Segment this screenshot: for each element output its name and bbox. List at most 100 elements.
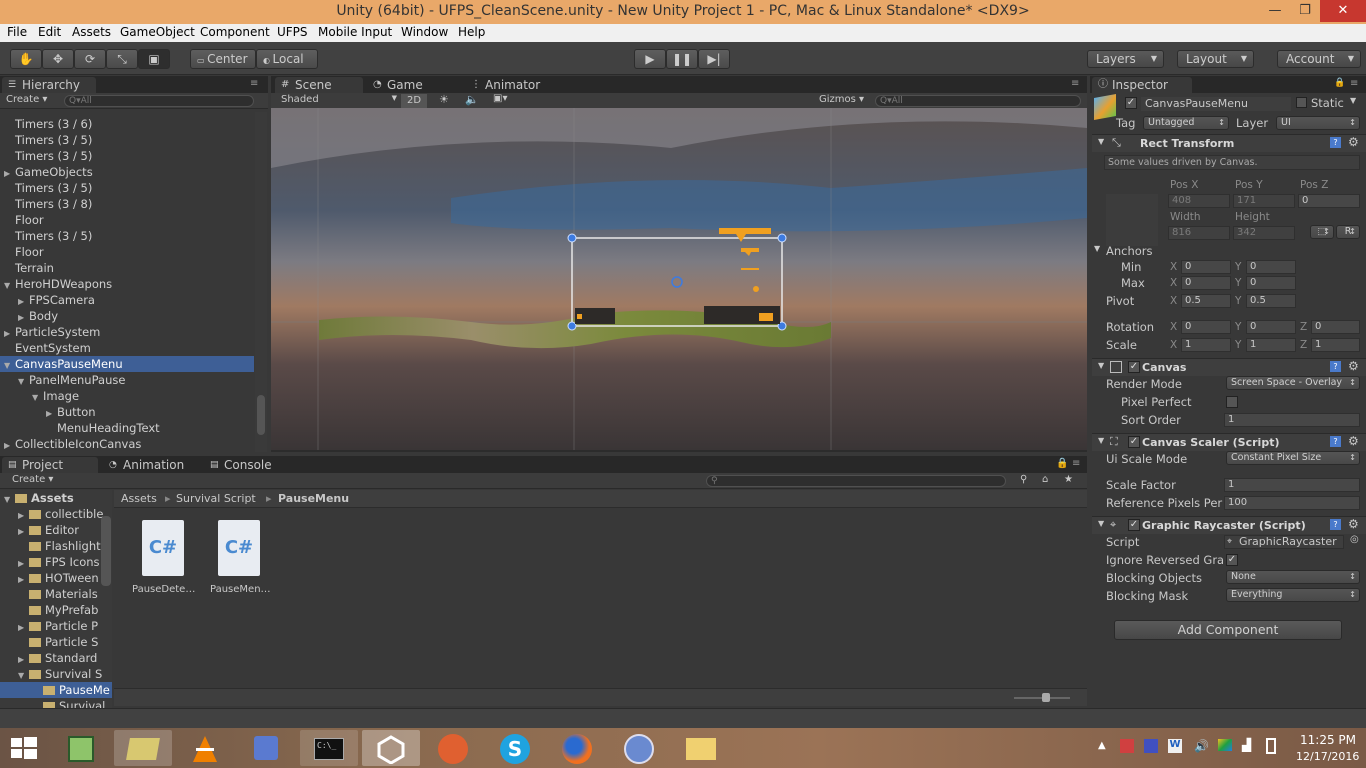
gear-icon[interactable]: ⚙: [1348, 434, 1359, 448]
rotation-y-field[interactable]: 0: [1246, 320, 1296, 334]
rect-tool-button[interactable]: ▣: [138, 49, 170, 69]
pos-z-field[interactable]: 0: [1298, 194, 1360, 208]
pos-y-field[interactable]: 171: [1233, 194, 1295, 208]
tab-animation[interactable]: ◔ Animation: [103, 457, 199, 473]
project-search-input[interactable]: ⚲: [706, 475, 1006, 487]
taskbar-remote-tool[interactable]: [610, 730, 668, 766]
collapse-arrow-icon[interactable]: ▼: [1098, 519, 1104, 528]
ui-scale-mode-select[interactable]: Constant Pixel Size: [1226, 451, 1360, 465]
object-picker-icon[interactable]: ◎: [1350, 534, 1359, 545]
minimize-button[interactable]: —: [1260, 0, 1290, 22]
pivot-y-field[interactable]: 0.5: [1246, 294, 1296, 308]
hierarchy-item[interactable]: ▶ CollectibleIconCanvas: [0, 436, 254, 452]
rect-handle[interactable]: [567, 321, 577, 331]
filter-type-icon[interactable]: ⚲: [1020, 474, 1027, 485]
project-create-button[interactable]: Create ▾: [12, 474, 53, 485]
scale-tool-button[interactable]: ⤡: [106, 49, 138, 69]
effects-toggle-icon[interactable]: ▣▾: [493, 93, 507, 104]
taskbar-network-tool[interactable]: [238, 730, 296, 766]
object-name-field[interactable]: CanvasPauseMenu: [1141, 97, 1291, 111]
scale-z-field[interactable]: 1: [1311, 338, 1360, 352]
width-field[interactable]: 816: [1168, 226, 1230, 240]
project-folder-item[interactable]: MyPrefab: [0, 602, 112, 618]
project-folder-item[interactable]: PauseMe: [0, 682, 112, 698]
tab-console[interactable]: ▤ Console: [204, 457, 290, 473]
layer-select[interactable]: UI: [1276, 116, 1360, 130]
mode-2d-toggle[interactable]: 2D: [401, 94, 427, 108]
reference-ppu-field[interactable]: 100: [1224, 496, 1360, 510]
pause-button[interactable]: ❚❚: [666, 49, 698, 69]
render-mode-select[interactable]: Screen Space - Overlay: [1226, 376, 1360, 390]
hierarchy-item[interactable]: Timers (3 / 5): [0, 228, 254, 244]
menu-file[interactable]: File: [7, 25, 27, 39]
tab-animator[interactable]: ⋮ Animator: [465, 77, 555, 93]
menu-component[interactable]: Component: [200, 25, 270, 39]
menu-help[interactable]: Help: [458, 25, 485, 39]
menu-assets[interactable]: Assets: [72, 25, 111, 39]
tab-scene[interactable]: # Scene: [275, 77, 363, 93]
play-button[interactable]: ▶: [634, 49, 666, 69]
tab-project[interactable]: ▤ Project: [2, 457, 98, 473]
pivot-center-toggle[interactable]: ▭ Center: [190, 49, 256, 69]
canvas-header[interactable]: ▼ ✓ Canvas ? ⚙: [1092, 358, 1366, 376]
hierarchy-scrollbar[interactable]: [255, 112, 267, 452]
scale-factor-field[interactable]: 1: [1224, 478, 1360, 492]
tray-flag-icon[interactable]: [1144, 739, 1158, 753]
panel-menu-icon[interactable]: ≡: [250, 78, 258, 89]
menu-edit[interactable]: Edit: [38, 25, 61, 39]
project-folder-item[interactable]: Particle S: [0, 634, 112, 650]
hierarchy-item[interactable]: ▶ Button: [0, 404, 254, 420]
slider-thumb[interactable]: [1042, 693, 1050, 702]
tab-hierarchy[interactable]: ☰ Hierarchy: [2, 77, 96, 93]
rotation-z-field[interactable]: 0: [1311, 320, 1360, 334]
account-dropdown[interactable]: Account ▼: [1277, 50, 1361, 68]
active-checkbox[interactable]: ✓: [1125, 97, 1137, 109]
layout-dropdown[interactable]: Layout ▼: [1177, 50, 1254, 68]
project-folder-item[interactable]: Materials: [0, 586, 112, 602]
gear-icon[interactable]: ⚙: [1348, 135, 1359, 149]
taskbar-vlc[interactable]: [176, 730, 234, 766]
tag-select[interactable]: Untagged: [1143, 116, 1229, 130]
tray-signal-icon[interactable]: ▟: [1242, 738, 1251, 752]
blueprint-mode-button[interactable]: ⬚: [1310, 225, 1334, 239]
start-button[interactable]: [10, 736, 38, 760]
asset-item[interactable]: C# PauseMen…: [208, 520, 274, 600]
collapse-arrow-icon[interactable]: ▼: [1098, 436, 1104, 445]
asset-item[interactable]: C# PauseDete…: [130, 520, 196, 600]
rotate-tool-button[interactable]: ⟳: [74, 49, 106, 69]
help-book-icon[interactable]: ?: [1330, 519, 1341, 530]
scale-x-field[interactable]: 1: [1181, 338, 1231, 352]
menu-gameobject[interactable]: GameObject: [120, 25, 195, 39]
project-folder-item[interactable]: Survival: [0, 698, 112, 708]
hand-tool-button[interactable]: ✋: [10, 49, 42, 69]
scale-y-field[interactable]: 1: [1246, 338, 1296, 352]
hierarchy-item[interactable]: Floor: [0, 212, 254, 228]
lock-icon[interactable]: 🔒: [1334, 78, 1345, 88]
shading-mode-dropdown[interactable]: Shaded ▼: [281, 94, 397, 105]
project-folder-item[interactable]: ▼ Survival S: [0, 666, 112, 682]
project-folder-item[interactable]: ▼ Assets: [0, 490, 112, 506]
tray-show-hidden-icon[interactable]: ▲: [1098, 740, 1106, 751]
taskbar-folder[interactable]: [672, 730, 730, 766]
folder-scroll-thumb[interactable]: [101, 516, 111, 586]
pixel-perfect-checkbox[interactable]: [1226, 396, 1238, 408]
favorite-star-icon[interactable]: ★: [1064, 474, 1073, 485]
blocking-objects-select[interactable]: None: [1226, 570, 1360, 584]
help-book-icon[interactable]: ?: [1330, 436, 1341, 447]
raw-edit-button[interactable]: R: [1336, 225, 1360, 239]
pos-x-field[interactable]: 408: [1168, 194, 1230, 208]
filter-label-icon[interactable]: ⌂: [1042, 474, 1048, 485]
anchor-max-y-field[interactable]: 0: [1246, 276, 1296, 290]
taskbar-notepad[interactable]: [52, 730, 110, 766]
breadcrumb-assets[interactable]: Assets: [121, 492, 157, 505]
hierarchy-item[interactable]: ▶ ParticleSystem: [0, 324, 254, 340]
project-folder-item[interactable]: Flashlight: [0, 538, 112, 554]
taskbar-unity[interactable]: [362, 730, 420, 766]
anchor-max-x-field[interactable]: 0: [1181, 276, 1231, 290]
hierarchy-item[interactable]: ▶ FPSCamera: [0, 292, 254, 308]
hierarchy-item[interactable]: ▶ Body: [0, 308, 254, 324]
breadcrumb-pausemenu[interactable]: PauseMenu: [278, 492, 349, 505]
panel-menu-icon[interactable]: ≡: [1071, 78, 1079, 89]
canvas-scaler-enabled-checkbox[interactable]: ✓: [1128, 436, 1140, 448]
move-tool-button[interactable]: ✥: [42, 49, 74, 69]
